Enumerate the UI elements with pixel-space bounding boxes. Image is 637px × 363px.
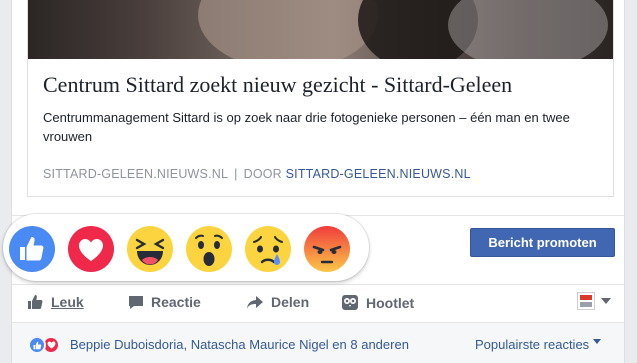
reactor-names-link[interactable]: Beppie Duboisdoria, Natascha Maurice Nig…	[70, 337, 409, 352]
reaction-haha[interactable]	[127, 226, 173, 272]
reaction-wow[interactable]	[186, 226, 232, 272]
chevron-down-icon	[593, 339, 602, 344]
like-label: Leuk	[51, 294, 84, 310]
surprised-face-icon	[186, 226, 232, 272]
share-arrow-icon	[246, 295, 264, 310]
share-label: Delen	[271, 294, 310, 310]
laughing-face-icon	[127, 226, 173, 272]
like-reaction-mini-icon	[28, 336, 46, 354]
hootlet-label: Hootlet	[366, 294, 415, 311]
preview-domain: SITTARD-GELEEN.NIEUWS.NL	[43, 167, 229, 181]
comment-label: Reactie	[151, 294, 201, 310]
like-button[interactable]: Leuk	[27, 294, 84, 310]
by-label: DOOR	[243, 167, 282, 181]
comment-button[interactable]: Reactie	[128, 294, 201, 310]
action-bar: Leuk Reactie Delen Hootlet	[12, 284, 624, 320]
top-reactions-dropdown[interactable]: Populairste reacties	[475, 337, 602, 352]
heart-icon	[68, 226, 114, 272]
preview-author-link[interactable]: SITTARD-GELEEN.NIEUWS.NL	[286, 167, 471, 181]
comment-icon	[128, 295, 144, 310]
thumbs-up-icon	[9, 226, 55, 272]
page-avatar-icon	[577, 292, 595, 310]
angry-face-icon	[304, 226, 350, 272]
meta-separator: |	[234, 167, 238, 181]
owl-icon	[341, 294, 359, 311]
top-reactions-label: Populairste reacties	[475, 337, 590, 352]
hootlet-button[interactable]: Hootlet	[341, 294, 414, 311]
reaction-like[interactable]	[9, 226, 55, 272]
chevron-down-icon	[601, 298, 611, 304]
promote-post-button[interactable]: Bericht promoten	[470, 228, 615, 257]
post-card: Centrum Sittard zoekt nieuw gezicht - Si…	[11, 0, 625, 363]
reaction-love[interactable]	[68, 226, 114, 272]
preview-title[interactable]: Centrum Sittard zoekt nieuw gezicht - Si…	[43, 72, 512, 98]
reaction-picker	[3, 214, 369, 281]
preview-meta: SITTARD-GELEEN.NIEUWS.NL | DOOR SITTARD-GE…	[43, 167, 471, 181]
summary-reaction-icons[interactable]	[28, 336, 60, 354]
reaction-sad[interactable]	[245, 226, 291, 272]
sad-face-icon	[245, 226, 291, 272]
audience-selector[interactable]	[577, 292, 611, 310]
preview-description: Centrummanagement Sittard is op zoek naa…	[43, 110, 570, 144]
reactions-summary: Beppie Duboisdoria, Natascha Maurice Nig…	[12, 322, 624, 363]
share-button[interactable]: Delen	[246, 294, 309, 310]
preview-image[interactable]	[28, 0, 613, 59]
thumbs-up-icon	[27, 294, 44, 310]
reaction-angry[interactable]	[304, 226, 350, 272]
link-preview[interactable]: Centrum Sittard zoekt nieuw gezicht - Si…	[27, 0, 614, 197]
